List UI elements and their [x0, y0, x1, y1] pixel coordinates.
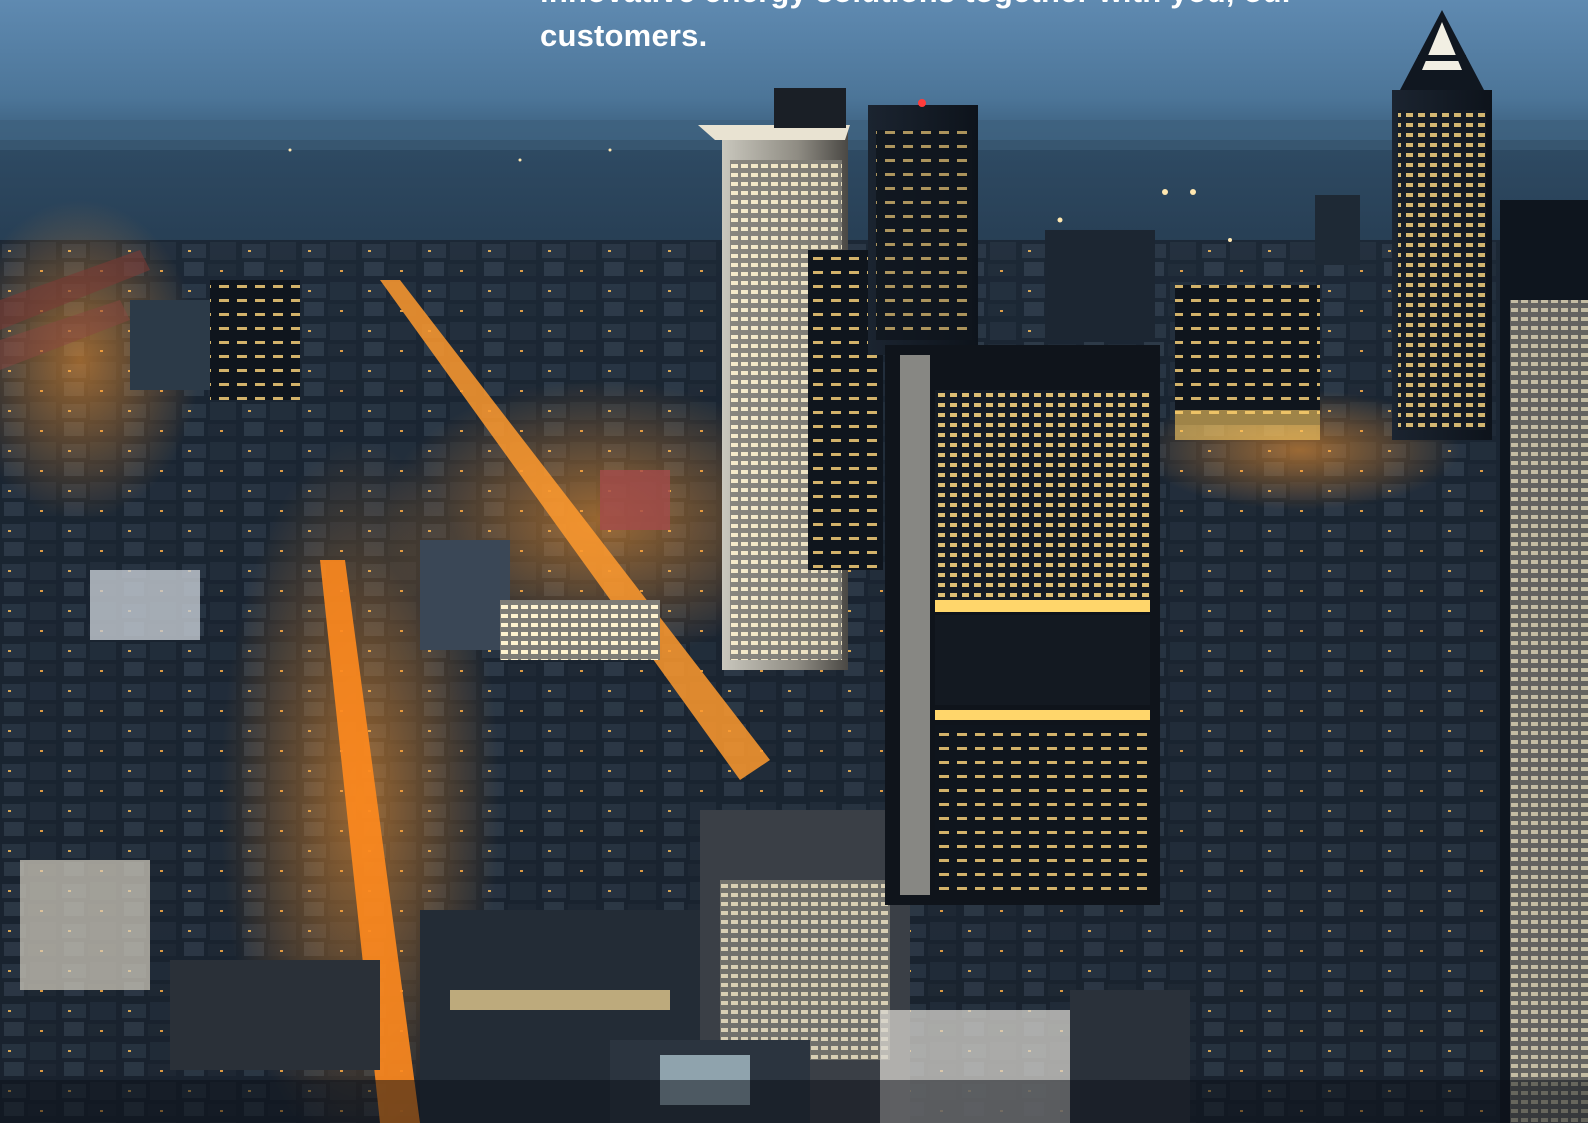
page: innovative energy solutions together wit…: [0, 0, 1588, 1123]
city-skyline-photo: [0, 0, 1588, 1123]
headline: innovative energy solutions together wit…: [540, 0, 1294, 53]
